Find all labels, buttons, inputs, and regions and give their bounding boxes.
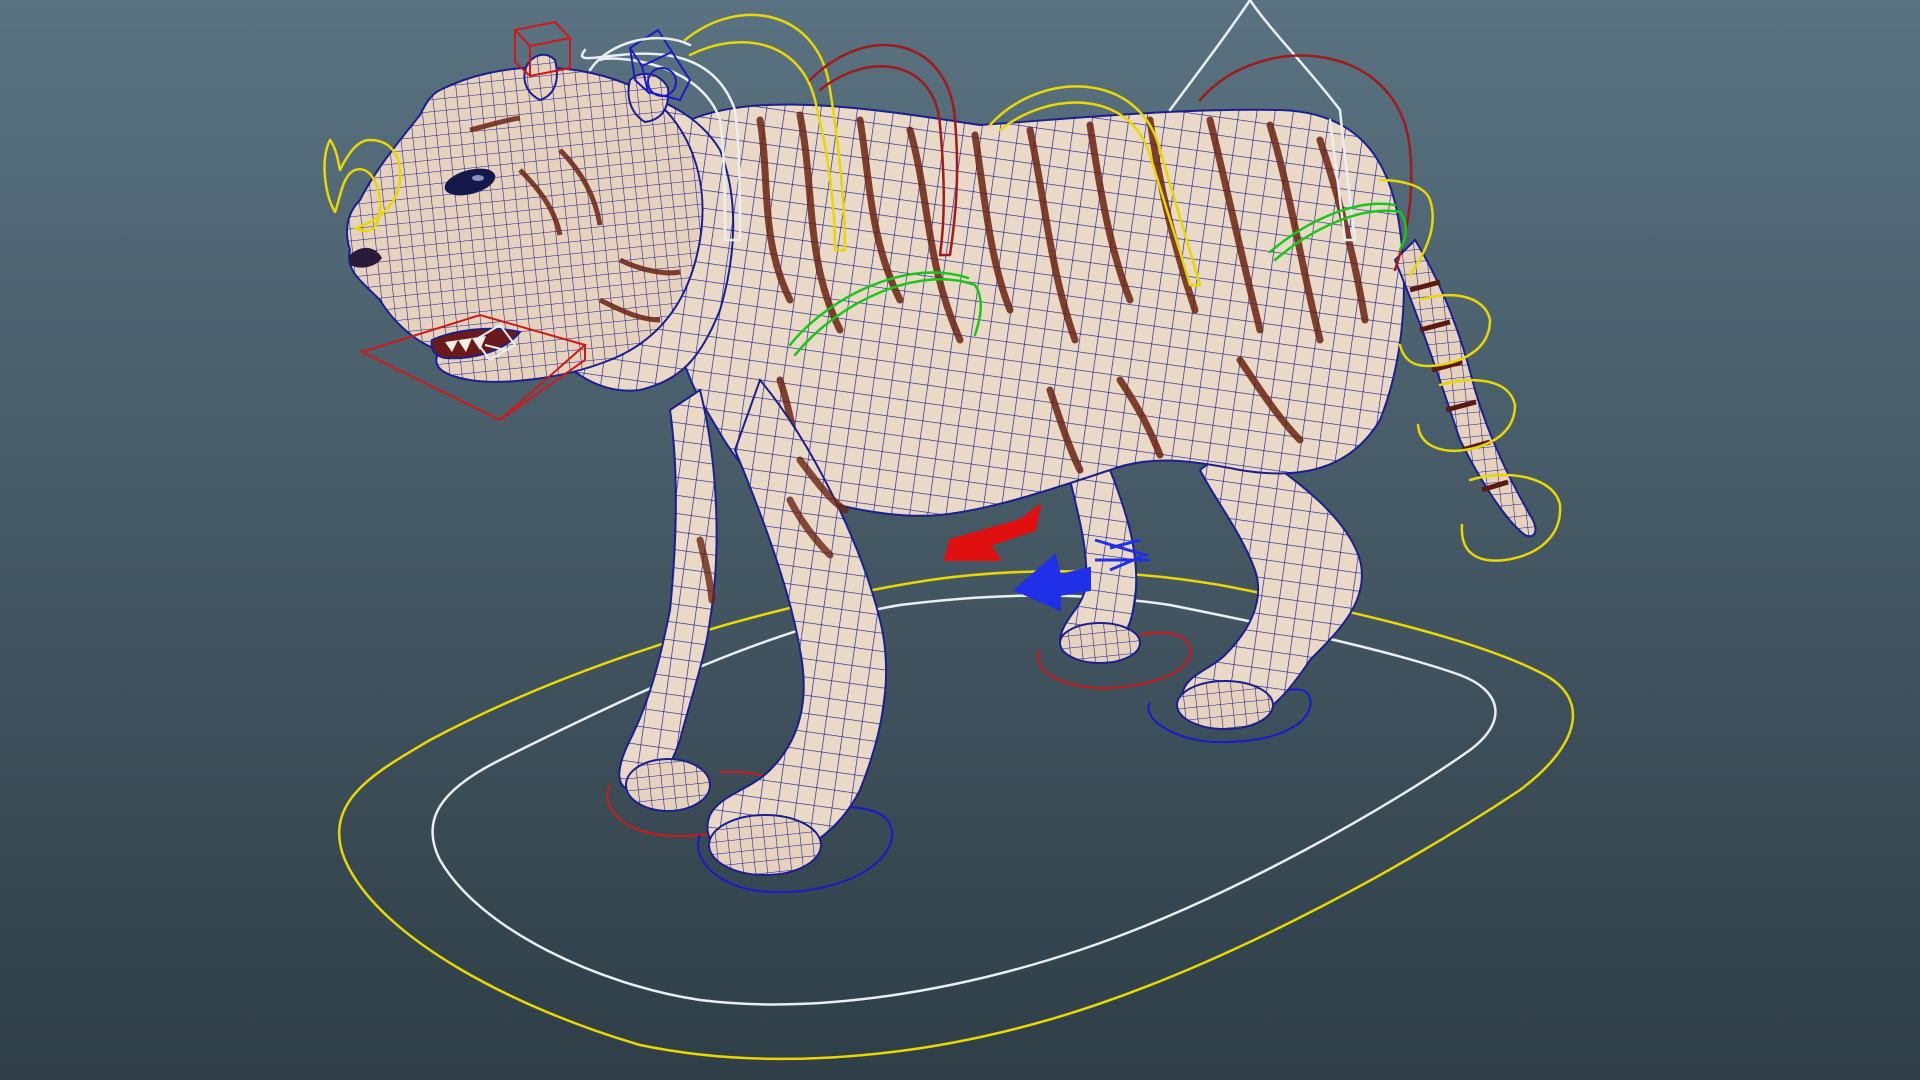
tiger-model[interactable] bbox=[346, 53, 1537, 876]
tiger-eye-highlight bbox=[472, 175, 484, 181]
tiger-tail bbox=[1393, 238, 1537, 538]
main-placement-control[interactable] bbox=[337, 570, 1575, 1061]
root-control[interactable] bbox=[431, 594, 1497, 1006]
3d-viewport[interactable] bbox=[0, 0, 1920, 1080]
paw-front-left bbox=[625, 758, 711, 812]
paw-back-right bbox=[1176, 680, 1274, 730]
paw-back-left bbox=[1059, 622, 1141, 664]
viewport-canvas[interactable] bbox=[0, 0, 1920, 1080]
paw-front-right bbox=[708, 814, 822, 876]
pole-vector-blue-left[interactable] bbox=[1013, 553, 1091, 612]
